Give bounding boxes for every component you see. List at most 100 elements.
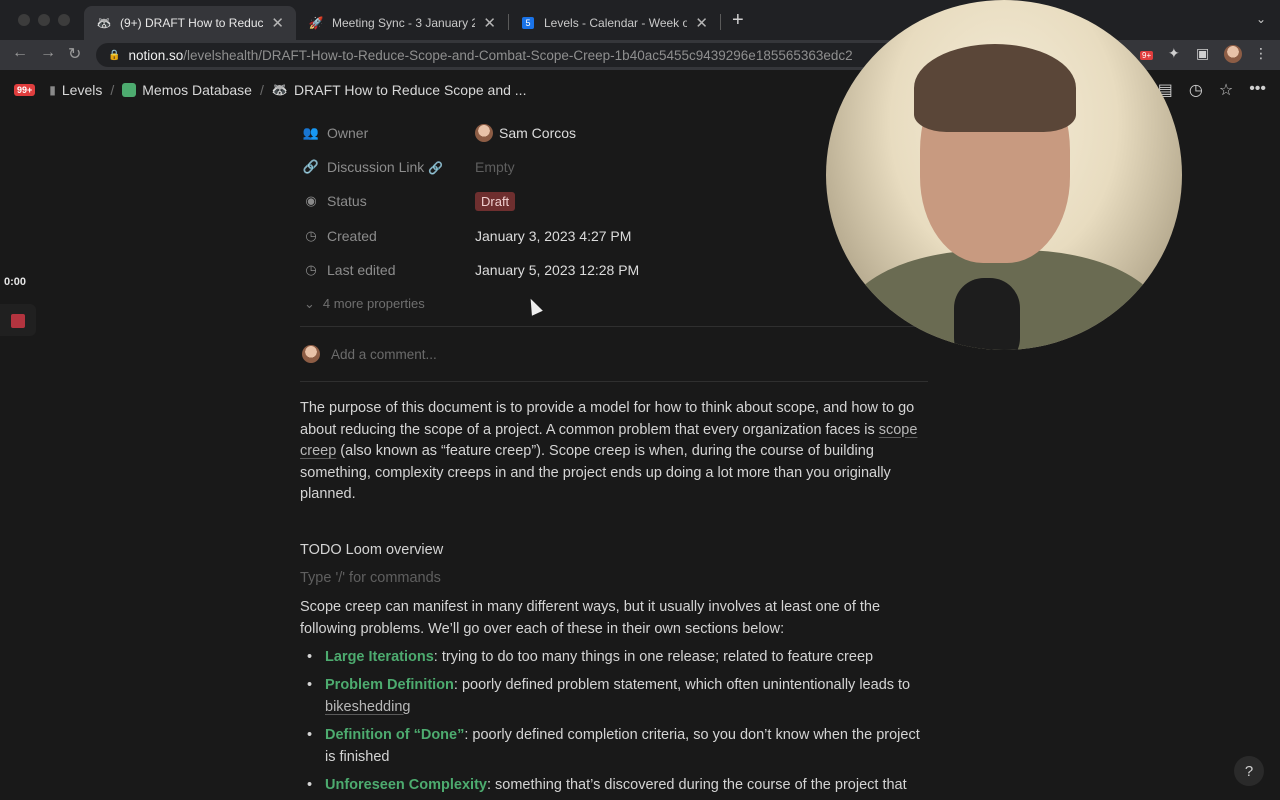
tab-title: Meeting Sync - 3 January 202 bbox=[332, 16, 476, 30]
sidebar-icon[interactable]: ▣ bbox=[1196, 45, 1209, 62]
browser-tab-notion[interactable]: 🦝 (9+) DRAFT How to Reduce Sc ✕ bbox=[84, 6, 296, 40]
raccoon-icon: 🦝 bbox=[271, 82, 289, 97]
levels-logo-icon: ▮ bbox=[49, 83, 56, 97]
clock-icon: ◷ bbox=[305, 262, 317, 277]
profile-avatar[interactable] bbox=[1224, 45, 1242, 66]
command-placeholder[interactable]: Type '/' for commands bbox=[300, 570, 441, 586]
more-vertical-icon[interactable]: ⋮ bbox=[1254, 45, 1268, 62]
manifest-paragraph[interactable]: Scope creep can manifest in many differe… bbox=[300, 597, 930, 640]
bikeshedding-link[interactable]: bikeshedding bbox=[325, 699, 410, 715]
property-value: January 3, 2023 4:27 PM bbox=[475, 228, 632, 244]
list-item[interactable]: Problem Definition: poorly defined probl… bbox=[306, 675, 930, 718]
back-arrow-icon[interactable]: ← bbox=[12, 44, 28, 62]
breadcrumb-levels[interactable]: ▮ Levels bbox=[49, 82, 102, 98]
stop-icon bbox=[11, 314, 25, 328]
property-value[interactable]: Empty bbox=[475, 159, 515, 175]
url-bar[interactable]: 🔒 notion.so/levelshealth/DRAFT-How-to-Re… bbox=[96, 43, 896, 67]
intro-paragraph[interactable]: The purpose of this document is to provi… bbox=[300, 398, 930, 506]
topbar-actions: ▤ ◷ ☆ ••• bbox=[1158, 80, 1266, 100]
breadcrumb-separator: / bbox=[259, 82, 264, 98]
todo-heading[interactable]: TODO Loom overview bbox=[300, 540, 930, 562]
property-label: Owner bbox=[327, 125, 369, 141]
database-icon bbox=[122, 83, 137, 97]
breadcrumb-label: Levels bbox=[61, 82, 103, 98]
stop-recording-button[interactable] bbox=[0, 304, 36, 336]
bullet-term: Problem Definition bbox=[325, 677, 454, 693]
add-comment-row[interactable]: Add a comment... bbox=[302, 345, 437, 363]
property-value[interactable]: Draft bbox=[475, 191, 516, 211]
forward-arrow-icon[interactable]: → bbox=[40, 44, 56, 62]
bullet-text: : trying to do too many things in one re… bbox=[433, 649, 874, 665]
bullet-text: : poorly defined problem statement, whic… bbox=[453, 677, 911, 693]
property-created: ◷ Created January 3, 2023 4:27 PM bbox=[302, 225, 631, 247]
breadcrumb-label: DRAFT How to Reduce Scope and ... bbox=[294, 82, 527, 98]
status-badge[interactable]: Draft bbox=[475, 191, 516, 211]
property-label: Last edited bbox=[327, 262, 396, 278]
list-item[interactable]: Unforeseen Complexity: something that’s … bbox=[306, 775, 930, 797]
breadcrumb-memos-database[interactable]: Memos Database bbox=[122, 82, 252, 98]
property-last-edited: ◷ Last edited January 5, 2023 12:28 PM bbox=[302, 259, 639, 281]
calendar-icon: 5 bbox=[520, 15, 536, 31]
close-tab-icon[interactable]: ✕ bbox=[483, 14, 496, 32]
property-value[interactable]: Sam Corcos bbox=[475, 124, 576, 142]
property-label: Discussion Link 🔗 bbox=[327, 159, 444, 175]
more-properties-toggle[interactable]: ⌄ 4 more properties bbox=[304, 296, 425, 312]
recording-timer: 0:00 bbox=[4, 276, 27, 288]
url-path: /levelshealth/DRAFT-How-to-Reduce-Scope-… bbox=[183, 47, 853, 63]
chevron-down-icon[interactable]: ⌄ bbox=[1256, 12, 1266, 26]
webcam-bubble[interactable] bbox=[826, 0, 1182, 350]
breadcrumb-separator: / bbox=[110, 82, 115, 98]
divider bbox=[300, 381, 928, 382]
star-icon[interactable]: ☆ bbox=[1219, 80, 1233, 100]
link-icon: 🔗 bbox=[302, 159, 320, 174]
breadcrumb-label: Memos Database bbox=[142, 82, 252, 98]
close-tab-icon[interactable]: ✕ bbox=[271, 14, 284, 32]
close-tab-icon[interactable]: ✕ bbox=[695, 14, 708, 32]
property-label: Status bbox=[327, 193, 367, 209]
window-minimize-button[interactable] bbox=[38, 14, 50, 26]
browser-tab-calendar[interactable]: 5 Levels - Calendar - Week of Ja ✕ bbox=[508, 6, 720, 40]
property-status[interactable]: ◉ Status Draft bbox=[302, 190, 516, 212]
list-item[interactable]: Large Iterations: trying to do too many … bbox=[306, 647, 930, 669]
avatar bbox=[475, 124, 493, 142]
avatar bbox=[302, 345, 320, 363]
property-label: Created bbox=[327, 228, 377, 244]
more-horizontal-icon[interactable]: ••• bbox=[1249, 80, 1266, 100]
property-owner[interactable]: 👥 Owner Sam Corcos bbox=[302, 122, 576, 144]
more-properties-label: 4 more properties bbox=[322, 296, 425, 311]
people-icon: 👥 bbox=[302, 125, 320, 140]
extension-icon[interactable]: 9+ bbox=[1140, 45, 1154, 61]
extension-badge: 9+ bbox=[1140, 51, 1154, 60]
help-button[interactable]: ? bbox=[1234, 756, 1264, 786]
url-host: notion.so bbox=[128, 47, 184, 63]
owner-name: Sam Corcos bbox=[499, 125, 577, 141]
tab-title: (9+) DRAFT How to Reduce Sc bbox=[120, 16, 264, 30]
browser-tab-meeting[interactable]: 🚀 Meeting Sync - 3 January 202 ✕ bbox=[296, 6, 508, 40]
property-discussion-link[interactable]: 🔗 Discussion Link 🔗 Empty bbox=[302, 156, 515, 178]
tab-divider bbox=[720, 14, 721, 30]
raccoon-icon: 🦝 bbox=[96, 16, 112, 30]
window-close-button[interactable] bbox=[18, 14, 30, 26]
bullet-text: : something that’s discovered during the… bbox=[486, 777, 907, 793]
notification-badge[interactable]: 99+ bbox=[14, 84, 36, 96]
chevron-down-icon: ⌄ bbox=[304, 296, 315, 311]
webcam-person-hair bbox=[914, 44, 1076, 132]
bullet-term: Large Iterations bbox=[325, 649, 434, 665]
bullet-term: Definition of “Done” bbox=[325, 727, 465, 743]
history-clock-icon[interactable]: ◷ bbox=[1189, 80, 1203, 100]
puzzle-icon[interactable]: ✦ bbox=[1168, 45, 1180, 62]
property-value: January 5, 2023 12:28 PM bbox=[475, 262, 640, 278]
divider bbox=[300, 326, 928, 327]
rocket-icon: 🚀 bbox=[308, 16, 324, 30]
new-tab-button[interactable]: + bbox=[732, 9, 744, 32]
clock-icon: ◷ bbox=[305, 228, 317, 243]
lock-icon: 🔒 bbox=[108, 49, 121, 61]
intro-text: The purpose of this document is to provi… bbox=[300, 400, 915, 438]
reload-icon[interactable]: ↻ bbox=[68, 44, 81, 64]
status-circle-icon: ◉ bbox=[305, 193, 317, 208]
breadcrumb-current-page[interactable]: 🦝 DRAFT How to Reduce Scope and ... bbox=[272, 82, 527, 98]
list-item[interactable]: Definition of “Done”: poorly defined com… bbox=[306, 725, 930, 768]
comment-placeholder[interactable]: Add a comment... bbox=[331, 347, 437, 362]
link-small-icon: 🔗 bbox=[428, 161, 444, 175]
window-maximize-button[interactable] bbox=[58, 14, 70, 26]
